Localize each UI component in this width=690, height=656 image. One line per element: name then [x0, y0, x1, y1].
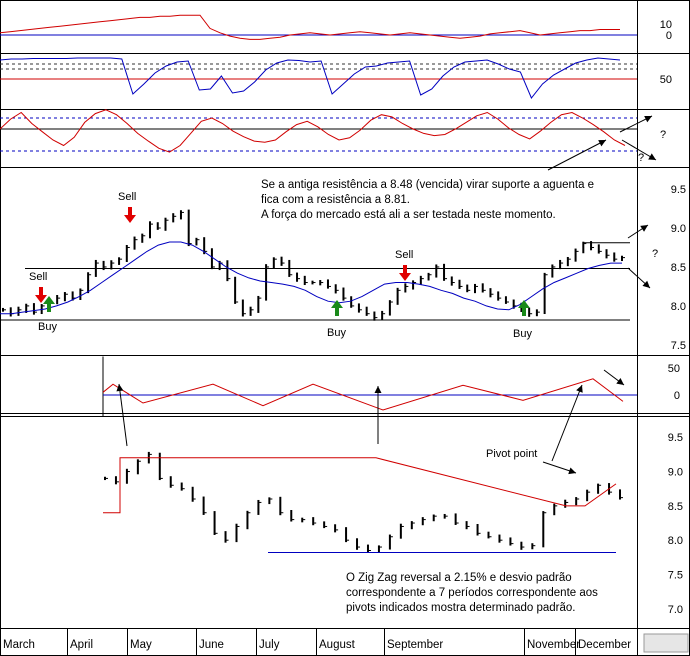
month-label: May [130, 639, 152, 651]
ytick-label: 0 [674, 390, 680, 402]
month-label: August [319, 639, 356, 651]
sell-arrow [403, 265, 407, 274]
pivot-arrow-head [568, 467, 576, 475]
buy-arrow-head [331, 300, 343, 308]
pivot-arrow [551, 384, 583, 462]
chart-root: 10 0 50?? 9.5 9.0 8.5 8.0 7.5 Sell Sell Sell Buy Buy… [0, 0, 690, 656]
month-label: December [578, 639, 631, 651]
sell-arrow-head [124, 215, 136, 223]
ytick-label: 9.5 [671, 184, 686, 196]
ytick-label: 8.0 [668, 535, 683, 547]
ytick-label: 50 [660, 74, 672, 86]
ytick-label: 8.5 [668, 501, 683, 513]
text-layer: 10050??9.59.08.58.07.5SellSellSellBuy Buy… [3, 19, 686, 651]
callout-arrow [547, 139, 607, 171]
buy-arrow [47, 303, 51, 312]
pivot-step-line [103, 457, 617, 514]
question-mark: ? [638, 152, 644, 164]
forecast-arrow-head [616, 378, 624, 385]
ytick-label: 0 [666, 30, 672, 42]
month-label: March [3, 639, 35, 651]
month-label: July [259, 639, 280, 651]
connector-arrow-head [116, 384, 124, 392]
price-commentary: Se a antiga resistência a 8.48 (vencida)… [261, 179, 595, 221]
month-label: June [199, 639, 224, 651]
ytick-label: 9.0 [671, 223, 686, 235]
question-mark: ? [652, 248, 658, 260]
sell-label: Sell [395, 249, 413, 261]
indicator3-line [0, 109, 626, 153]
buy-arrow [522, 307, 526, 316]
buy-label: Buy [327, 327, 346, 339]
ytick-label: 8.0 [671, 301, 686, 313]
indicator1-line [0, 14, 620, 40]
sell-label: Sell [29, 271, 47, 283]
month-label: April [70, 639, 93, 651]
ytick-label: 7.5 [671, 340, 686, 352]
ytick-label: 9.5 [668, 432, 683, 444]
chart-svg: 10050??9.59.08.58.07.5SellSellSellBuy Buy… [0, 0, 690, 656]
month-label: November [527, 639, 580, 651]
pivot-point-label: Pivot point [486, 448, 537, 460]
month-label: September [387, 639, 443, 651]
ytick-label: 8.5 [671, 262, 686, 274]
sell-label: Sell [118, 191, 136, 203]
sell-arrow [39, 287, 43, 296]
sell-arrow-head [399, 273, 411, 281]
ytick-label: 9.0 [668, 467, 683, 479]
zigzag-oscillator-line [102, 378, 624, 411]
corner-box [643, 633, 689, 653]
ytick-label: 7.0 [668, 604, 683, 616]
sell-arrow [128, 207, 132, 216]
buy-label: Buy [38, 321, 57, 333]
connector-arrow [118, 383, 128, 447]
moving-average-line [0, 241, 622, 315]
connector-arrow-head [374, 386, 382, 393]
buy-label: Buy [513, 328, 532, 340]
ytick-label: 50 [668, 363, 680, 375]
buy-arrow [335, 307, 339, 316]
ytick-label: 7.5 [668, 570, 683, 582]
question-mark: ? [660, 129, 666, 141]
forecast-arrow-down-head [648, 153, 656, 160]
zigzag-commentary: O Zig Zag reversal a 2.15% e desvio padr… [346, 572, 598, 614]
forecast-arrow-up-head [640, 225, 648, 232]
buy-arrow-head [518, 300, 530, 308]
